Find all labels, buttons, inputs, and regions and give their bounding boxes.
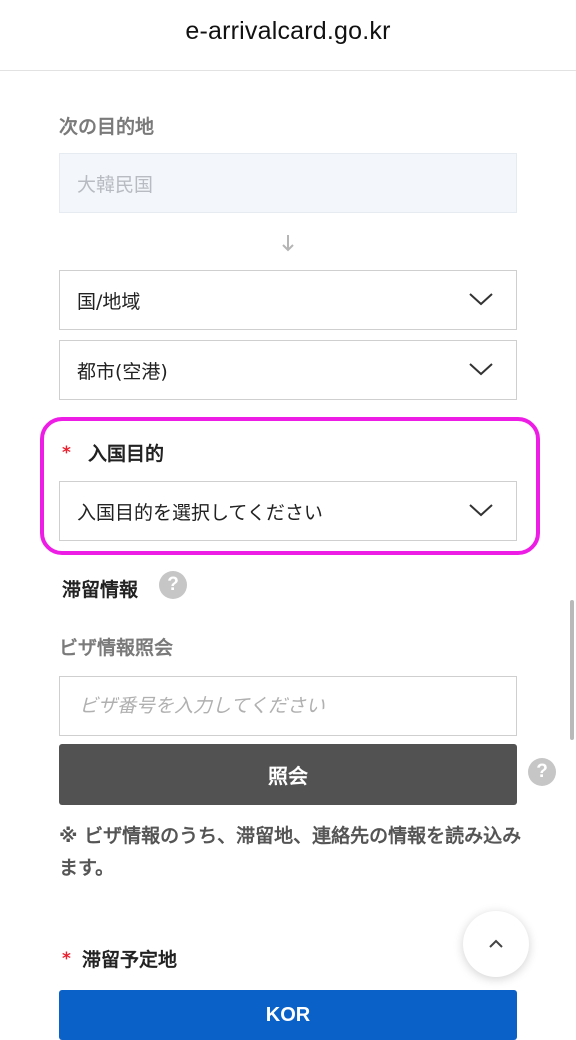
scroll-to-top-button[interactable] — [463, 911, 529, 977]
planned-stay-kor-button[interactable]: KOR — [59, 990, 517, 1040]
purpose-label: 入国目的 — [88, 443, 165, 465]
city-airport-select-value: 都市(空港) — [77, 360, 168, 383]
lookup-help-icon[interactable]: ? — [528, 758, 556, 786]
visa-lookup-note: ※ ビザ情報のうち、滞留地、連絡先の情報を読み込みます。 — [59, 825, 522, 879]
chevron-down-icon — [469, 504, 493, 517]
chevron-down-icon — [469, 363, 493, 376]
purpose-required-mark: * — [62, 443, 71, 463]
next-destination-fixed-field: 大韓民国 — [59, 153, 517, 213]
planned-stay-label: 滞留予定地 — [82, 949, 178, 971]
country-region-select-value: 国/地域 — [77, 290, 141, 313]
stay-info-help-icon[interactable]: ? — [159, 571, 187, 599]
visa-number-input[interactable] — [77, 694, 501, 718]
page-scrollbar[interactable] — [570, 600, 574, 740]
city-airport-select[interactable]: 都市(空港) — [59, 340, 517, 400]
purpose-select[interactable]: 入国目的を選択してください — [59, 481, 517, 541]
help-glyph: ? — [536, 761, 548, 782]
help-glyph: ? — [167, 574, 179, 595]
chevron-down-icon — [469, 293, 493, 306]
chevron-up-icon — [489, 939, 503, 948]
next-destination-value: 大韓民国 — [77, 173, 154, 196]
visa-number-field[interactable] — [59, 676, 517, 736]
arrow-down-icon — [282, 235, 294, 252]
purpose-select-value: 入国目的を選択してください — [77, 501, 323, 524]
planned-stay-required-mark: * — [62, 949, 71, 969]
country-region-select[interactable]: 国/地域 — [59, 270, 517, 330]
url-text: e-arrivalcard.go.kr — [185, 16, 391, 45]
next-destination-label: 次の目的地 — [59, 116, 155, 138]
browser-address-bar[interactable]: e-arrivalcard.go.kr — [0, 0, 576, 71]
visa-lookup-button[interactable]: 照会 — [59, 744, 517, 805]
planned-stay-kor-label: KOR — [265, 1004, 311, 1026]
visa-lookup-button-label: 照会 — [268, 764, 308, 788]
stay-info-heading: 滞留情報 — [62, 579, 139, 601]
visa-info-label: ビザ情報照会 — [59, 637, 174, 659]
